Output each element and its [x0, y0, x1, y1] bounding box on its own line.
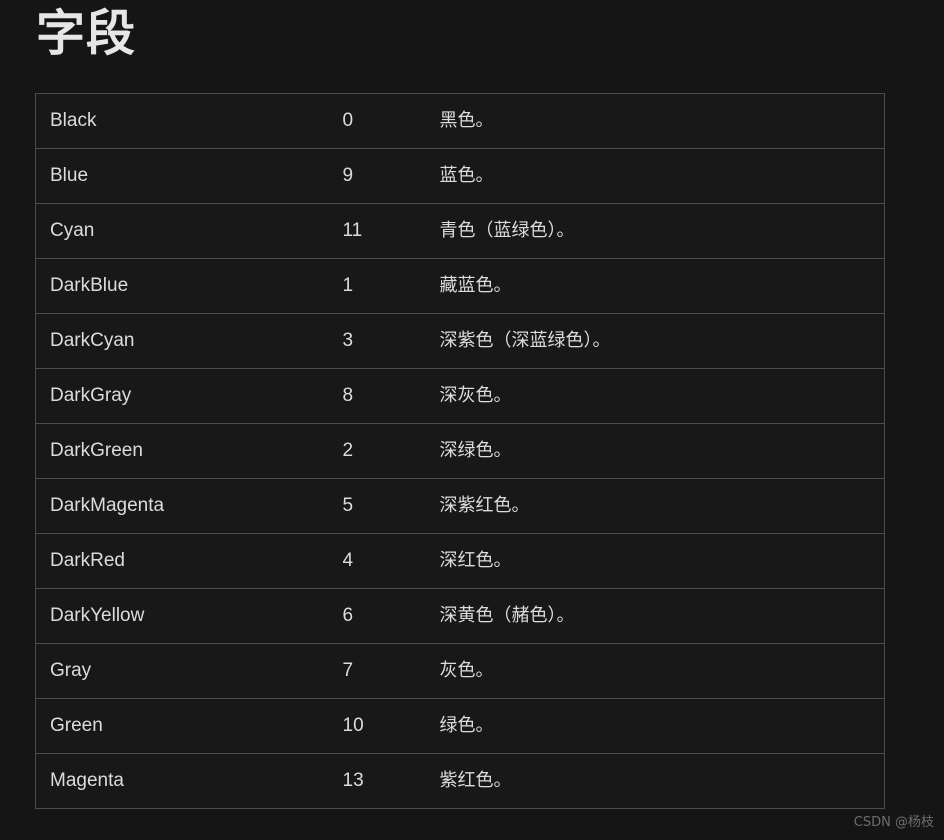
table-row: DarkBlue 1 藏蓝色。: [35, 258, 885, 314]
table-row: DarkGreen 2 深绿色。: [35, 423, 885, 479]
field-value-cell: 4: [342, 533, 433, 589]
field-description-cell: 深紫色（深蓝绿色）。: [432, 313, 885, 369]
field-name-cell: Gray: [35, 643, 343, 699]
fields-table-container: Black 0 黑色。 Blue 9 蓝色。 Cyan 11 青色（蓝绿色）。 DarkBlue 1…: [35, 93, 885, 809]
watermark: CSDN @杨枝: [853, 815, 934, 830]
field-value-cell: 6: [342, 588, 433, 644]
field-name-cell: DarkGreen: [35, 423, 343, 479]
field-value-cell: 10: [342, 698, 433, 754]
table-row: Green 10 绿色。: [35, 698, 885, 754]
field-value-cell: 5: [342, 478, 433, 534]
page-container: 字段 Black 0 黑色。 Blue 9 蓝色。 Cyan 11 青色（蓝绿色）。 DarkBl…: [0, 0, 944, 840]
field-name-cell: DarkGray: [35, 368, 343, 424]
field-description-cell: 蓝色。: [432, 148, 885, 204]
field-description-cell: 青色（蓝绿色）。: [432, 203, 885, 259]
field-value-cell: 8: [342, 368, 433, 424]
field-name-cell: DarkBlue: [35, 258, 343, 314]
field-description-cell: 紫红色。: [432, 753, 885, 809]
table-row: Blue 9 蓝色。: [35, 148, 885, 204]
field-value-cell: 1: [342, 258, 433, 314]
field-name-cell: DarkCyan: [35, 313, 343, 369]
field-name-cell: Green: [35, 698, 343, 754]
fields-table-body: Black 0 黑色。 Blue 9 蓝色。 Cyan 11 青色（蓝绿色）。 DarkBlue 1…: [35, 93, 885, 809]
table-row: Magenta 13 紫红色。: [35, 753, 885, 809]
field-value-cell: 7: [342, 643, 433, 699]
field-description-cell: 绿色。: [432, 698, 885, 754]
table-row: DarkRed 4 深红色。: [35, 533, 885, 589]
table-row: DarkYellow 6 深黄色（赭色）。: [35, 588, 885, 644]
fields-table: Black 0 黑色。 Blue 9 蓝色。 Cyan 11 青色（蓝绿色）。 DarkBlue 1…: [35, 93, 885, 809]
field-description-cell: 深灰色。: [432, 368, 885, 424]
field-value-cell: 13: [342, 753, 433, 809]
field-name-cell: DarkMagenta: [35, 478, 343, 534]
field-value-cell: 9: [342, 148, 433, 204]
table-row: DarkMagenta 5 深紫红色。: [35, 478, 885, 534]
table-row: DarkGray 8 深灰色。: [35, 368, 885, 424]
field-value-cell: 0: [342, 93, 433, 149]
table-row: Gray 7 灰色。: [35, 643, 885, 699]
table-row: Cyan 11 青色（蓝绿色）。: [35, 203, 885, 259]
field-description-cell: 深紫红色。: [432, 478, 885, 534]
table-row: Black 0 黑色。: [35, 93, 885, 149]
field-description-cell: 黑色。: [432, 93, 885, 149]
field-name-cell: Cyan: [35, 203, 343, 259]
field-name-cell: DarkYellow: [35, 588, 343, 644]
field-description-cell: 深绿色。: [432, 423, 885, 479]
field-value-cell: 3: [342, 313, 433, 369]
field-description-cell: 藏蓝色。: [432, 258, 885, 314]
page-title: 字段: [36, 7, 137, 61]
field-value-cell: 2: [342, 423, 433, 479]
field-description-cell: 深黄色（赭色）。: [432, 588, 885, 644]
field-description-cell: 深红色。: [432, 533, 885, 589]
table-row: DarkCyan 3 深紫色（深蓝绿色）。: [35, 313, 885, 369]
field-description-cell: 灰色。: [432, 643, 885, 699]
field-name-cell: Black: [35, 93, 343, 149]
field-name-cell: Magenta: [35, 753, 343, 809]
field-name-cell: Blue: [35, 148, 343, 204]
field-value-cell: 11: [342, 203, 433, 259]
field-name-cell: DarkRed: [35, 533, 343, 589]
